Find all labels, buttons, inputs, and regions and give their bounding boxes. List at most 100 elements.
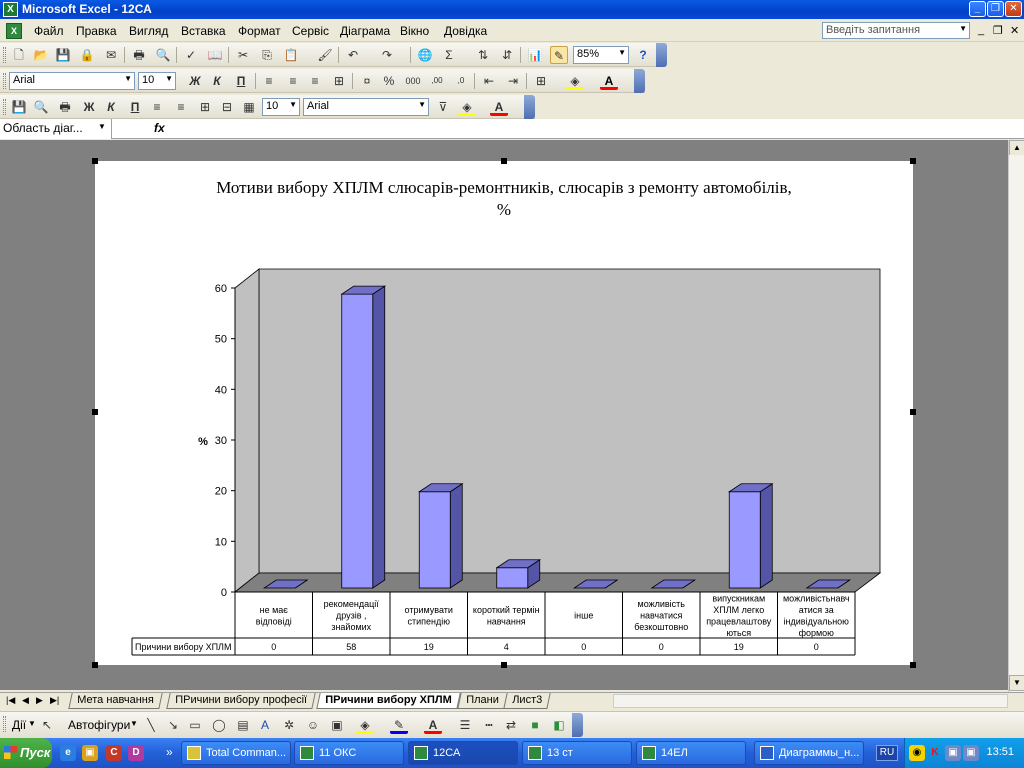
align-center-icon[interactable]: ≡	[172, 98, 190, 116]
line-style-icon[interactable]: ☰	[456, 716, 474, 734]
redo-icon[interactable]: ↷	[378, 46, 396, 64]
ask-question-input[interactable]: Введіть запитання ▼	[822, 22, 970, 39]
resize-handle[interactable]	[501, 158, 507, 164]
font-color-icon[interactable]: A	[600, 72, 618, 90]
last-sheet-icon[interactable]: ▶|	[50, 695, 59, 706]
chart-wizard-icon[interactable]: 📊	[526, 46, 544, 64]
menu-insert[interactable]: Вставка	[181, 24, 226, 38]
arrow-icon[interactable]: ↘	[164, 716, 182, 734]
menu-view[interactable]: Вигляд	[129, 24, 168, 38]
toolbar-grip[interactable]	[3, 99, 6, 115]
align-right-icon[interactable]: ≡	[306, 72, 324, 90]
chart-area[interactable]: Мотиви вибору ХПЛМ слюсарів-ремонтників,…	[95, 161, 913, 665]
vertical-scrollbar[interactable]: ▲ ▼	[1008, 140, 1024, 692]
menu-edit[interactable]: Правка	[76, 24, 117, 38]
fill-color-icon[interactable]: ◈	[356, 716, 374, 734]
resize-handle[interactable]	[92, 409, 98, 415]
select-objects-icon[interactable]: ↖	[38, 716, 56, 734]
resize-handle[interactable]	[910, 409, 916, 415]
permission-icon[interactable]: 🔒	[78, 46, 96, 64]
merge-icon[interactable]: ⊞	[196, 98, 214, 116]
underline-icon[interactable]: П	[232, 72, 250, 90]
align-center-icon[interactable]: ≡	[284, 72, 302, 90]
network-icon[interactable]: ▣	[963, 745, 979, 761]
insert-function-icon[interactable]: fx	[154, 121, 165, 135]
menu-file[interactable]: Файл	[34, 24, 64, 38]
more-quick-launch-icon[interactable]: »	[166, 745, 173, 759]
menu-tools[interactable]: Сервіс	[292, 24, 329, 38]
merge-center-icon[interactable]: ⊞	[330, 72, 348, 90]
font-size-select[interactable]: 10 ▼	[138, 72, 176, 90]
save-icon[interactable]: 💾	[10, 98, 28, 116]
toolbar-options-icon[interactable]	[524, 95, 535, 119]
menu-help[interactable]: Довідка	[444, 24, 487, 38]
ie-icon[interactable]: e	[60, 745, 76, 761]
toolbar-options-icon[interactable]	[634, 69, 645, 93]
cut-icon[interactable]: ✂	[234, 46, 252, 64]
underline-icon[interactable]: П	[126, 98, 144, 116]
language-indicator[interactable]: RU	[876, 745, 898, 761]
antivirus-icon[interactable]: K	[927, 745, 943, 761]
drawing-icon[interactable]: ✎	[550, 46, 568, 64]
increase-decimal-icon[interactable]: ,00	[428, 72, 446, 90]
tab-prychyny-profesii[interactable]: ПРичини вибору професії	[166, 693, 316, 709]
taskbar-12sa[interactable]: 12СА	[408, 741, 518, 765]
font-color-icon[interactable]: A	[424, 716, 442, 734]
taskbar-14el[interactable]: 14ЕЛ	[636, 741, 746, 765]
autoshapes-menu[interactable]: Автофігури	[68, 718, 130, 732]
quick-launch-icon[interactable]: ▣	[82, 745, 98, 761]
autosum-icon[interactable]: Σ	[440, 46, 458, 64]
chart-font-size-select[interactable]: 10 ▼	[262, 98, 300, 116]
email-icon[interactable]: ✉	[102, 46, 120, 64]
toolbar-grip[interactable]	[3, 47, 6, 63]
arrow-style-icon[interactable]: ⇄	[502, 716, 520, 734]
borders-icon[interactable]: ⊞	[532, 72, 550, 90]
resize-handle[interactable]	[92, 662, 98, 668]
doc-minimize-button[interactable]: _	[978, 24, 984, 36]
name-box[interactable]: Область діаг... ▼	[0, 119, 112, 139]
dash-style-icon[interactable]: ┅	[480, 716, 498, 734]
research-icon[interactable]: 📖	[206, 46, 224, 64]
undo-icon[interactable]: ↶	[344, 46, 362, 64]
maximize-button[interactable]: ❐	[987, 1, 1004, 17]
font-color-icon[interactable]: A	[490, 98, 508, 116]
resize-handle[interactable]	[92, 158, 98, 164]
fill-color-icon[interactable]: ◈	[566, 72, 584, 90]
line-color-icon[interactable]: ✎	[390, 716, 408, 734]
workbook-icon[interactable]: X	[6, 23, 22, 39]
tray-icon[interactable]: ◉	[909, 745, 925, 761]
quick-launch-icon[interactable]: C	[106, 745, 122, 761]
align-left-icon[interactable]: ≡	[260, 72, 278, 90]
tab-meta-navchannya[interactable]: Мета навчання	[68, 693, 163, 709]
shadow-icon[interactable]: ■	[526, 716, 544, 734]
horizontal-scrollbar[interactable]	[613, 694, 1008, 708]
actions-menu[interactable]: Дії	[12, 718, 26, 732]
start-button[interactable]: Пуск	[0, 738, 52, 768]
print-preview-icon[interactable]: 🔍	[154, 46, 172, 64]
oval-icon[interactable]: ◯	[210, 716, 228, 734]
new-icon[interactable]: 🗋	[10, 46, 28, 64]
toolbar-options-icon[interactable]	[572, 713, 583, 737]
line-icon[interactable]: ╲	[142, 716, 160, 734]
percent-icon[interactable]: %	[380, 72, 398, 90]
menu-format[interactable]: Формат	[238, 24, 281, 38]
tab-prychyny-hplm[interactable]: ПРичини вибору ХПЛМ	[316, 693, 461, 709]
wordart-icon[interactable]: A	[256, 716, 274, 734]
decrease-decimal-icon[interactable]: ,0	[452, 72, 470, 90]
merge-across-icon[interactable]: ⊟	[218, 98, 236, 116]
toolbar-grip[interactable]	[3, 716, 6, 732]
menu-chart[interactable]: Діаграма	[340, 24, 390, 38]
chart-font-select[interactable]: Arial ▼	[303, 98, 429, 116]
print-icon[interactable]: 🖶	[130, 46, 148, 64]
taskbar-13st[interactable]: 13 ст	[522, 741, 632, 765]
textbox-icon[interactable]: ▤	[234, 716, 252, 734]
bold-icon[interactable]: Ж	[80, 98, 98, 116]
resize-handle[interactable]	[910, 662, 916, 668]
font-select[interactable]: Arial ▼	[9, 72, 135, 90]
minimize-button[interactable]: _	[969, 1, 986, 17]
print-preview-icon[interactable]: 🔍	[32, 98, 50, 116]
toolbar-options-icon[interactable]	[656, 43, 667, 67]
italic-icon[interactable]: К	[208, 72, 226, 90]
open-icon[interactable]: 📂	[32, 46, 50, 64]
resize-handle[interactable]	[501, 662, 507, 668]
